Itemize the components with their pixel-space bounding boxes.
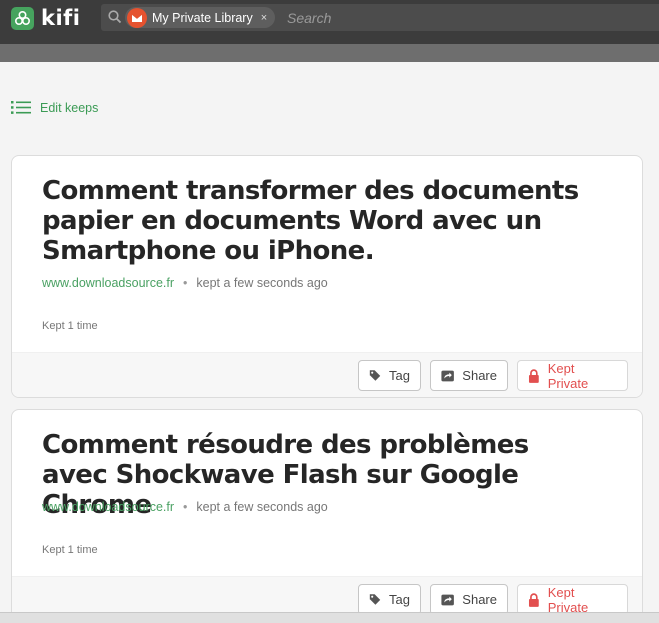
share-label: Share — [462, 368, 497, 383]
lock-icon — [528, 368, 539, 383]
share-icon — [441, 594, 454, 605]
close-icon[interactable]: × — [261, 12, 267, 24]
keep-time: kept a few seconds ago — [196, 500, 328, 514]
keep-url[interactable]: www.downloadsource.fr — [42, 276, 174, 290]
kept-private-label: Kept Private — [547, 360, 589, 391]
tag-icon — [369, 594, 381, 605]
edit-keeps-label: Edit keeps — [40, 100, 99, 115]
tag-label: Tag — [389, 368, 410, 383]
horizontal-scrollbar[interactable] — [0, 612, 659, 623]
search-icon — [108, 10, 122, 24]
kifi-logo[interactable]: kifi — [11, 6, 81, 30]
tag-icon — [369, 370, 381, 381]
kept-count: Kept 1 time — [42, 544, 98, 556]
keep-meta: www.downloadsource.fr • kept a few secon… — [42, 276, 328, 290]
share-button[interactable]: Share — [430, 584, 508, 615]
keep-title[interactable]: Comment transformer des documents papier… — [42, 176, 602, 266]
kept-private-label: Kept Private — [547, 584, 589, 615]
tag-button[interactable]: Tag — [358, 584, 421, 615]
share-label: Share — [462, 592, 497, 607]
keep-card: Comment résoudre des problèmes avec Shoc… — [11, 409, 643, 623]
kept-private-button[interactable]: Kept Private — [517, 584, 628, 615]
keep-actions: Tag Share Kept Private — [12, 352, 642, 397]
meta-separator: • — [183, 276, 188, 290]
kifi-logo-icon — [11, 6, 34, 30]
lock-icon — [528, 592, 539, 607]
kept-private-button[interactable]: Kept Private — [517, 360, 628, 391]
list-icon — [11, 101, 31, 114]
share-button[interactable]: Share — [430, 360, 508, 391]
keep-meta: www.downloadsource.fr • kept a few secon… — [42, 500, 328, 514]
edit-keeps-button[interactable]: Edit keeps — [11, 100, 98, 115]
library-avatar-icon — [127, 7, 147, 28]
search-bar[interactable]: My Private Library × — [101, 4, 659, 31]
header-band — [0, 44, 659, 62]
search-input[interactable] — [287, 8, 647, 27]
keep-url[interactable]: www.downloadsource.fr — [42, 500, 174, 514]
meta-separator: • — [183, 500, 188, 514]
tag-button[interactable]: Tag — [358, 360, 421, 391]
kept-count: Kept 1 time — [42, 320, 98, 332]
app-name: kifi — [41, 6, 81, 30]
library-chip[interactable]: My Private Library × — [125, 7, 276, 28]
share-icon — [441, 370, 454, 381]
tag-label: Tag — [389, 592, 410, 607]
keep-time: kept a few seconds ago — [196, 276, 328, 290]
top-bar: kifi My Private Library × — [0, 0, 659, 44]
library-chip-label: My Private Library — [152, 10, 253, 25]
keep-card: Comment transformer des documents papier… — [11, 155, 643, 398]
